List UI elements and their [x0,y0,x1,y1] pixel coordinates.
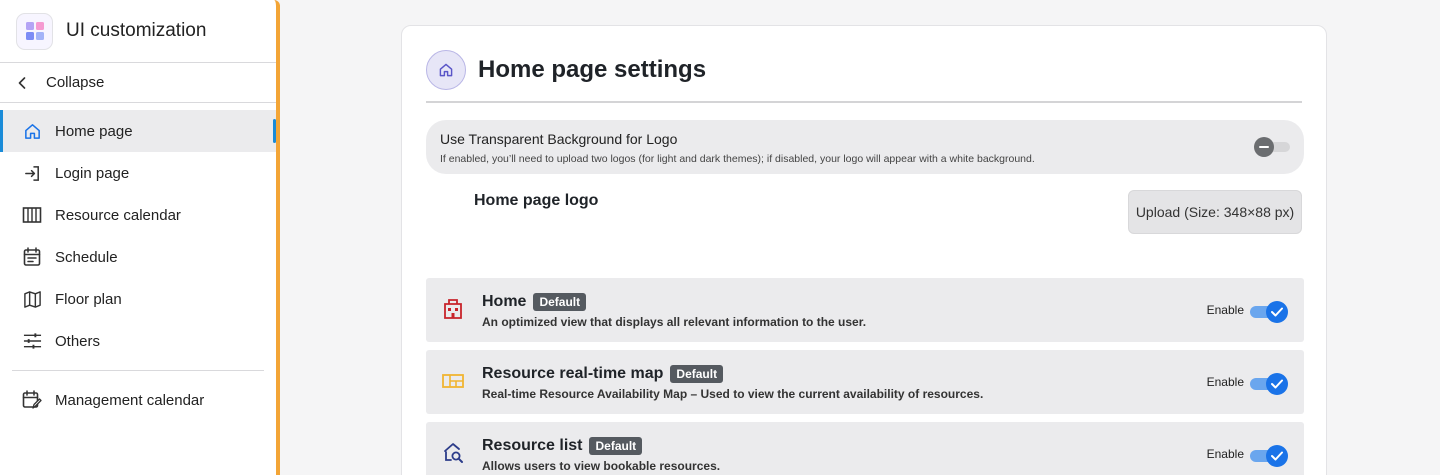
enable-toggle-home[interactable] [1250,301,1288,323]
module-description: Real-time Resource Availability Map – Us… [482,387,984,401]
calendar-edit-icon [22,390,42,410]
sidebar: UI customization Collapse Home page Logi… [0,0,280,475]
check-icon [1266,301,1288,323]
sidebar-divider [12,370,264,371]
check-icon [1266,445,1288,467]
module-description: An optimized view that displays all rele… [482,315,867,329]
check-icon [1266,373,1288,395]
default-badge: Default [670,365,724,383]
module-description: Allows users to view bookable resources. [482,459,721,473]
card-header: Home page settings [426,50,1302,103]
building-icon [442,298,464,320]
enable-label: Enable [1206,447,1244,461]
sidebar-item-label: Management calendar [55,391,205,409]
enable-label: Enable [1206,375,1244,389]
floor-map-icon [442,370,464,392]
enable-toggle-resource-real-time-map[interactable] [1250,373,1288,395]
toggle-off-icon [1254,137,1274,157]
home-page-logo-label: Home page logo [474,192,599,209]
module-row-resource-real-time-map: Resource real-time map Default Real-time… [426,350,1304,414]
transparent-background-setting: Use Transparent Background for Logo If e… [426,120,1304,174]
setting-description: If enabled, you’ll need to upload two lo… [440,153,1035,165]
sliders-icon [22,331,42,351]
app-header: UI customization [0,0,276,63]
home-page-settings-card: Home page settings Use Transparent Backg… [401,25,1327,475]
collapse-label: Collapse [46,74,105,91]
schedule-icon [22,247,42,267]
home-icon [426,50,466,90]
default-badge: Default [533,293,587,311]
sidebar-item-label: Floor plan [55,290,122,308]
module-name-text: Resource list [482,437,583,454]
module-name: Resource real-time map Default [482,365,724,383]
module-row-home: Home Default An optimized view that disp… [426,278,1304,342]
setting-title: Use Transparent Background for Logo [440,131,678,147]
app-logo-icon [16,12,53,50]
home-icon [22,121,42,141]
search-list-icon [442,442,464,464]
sidebar-item-login-page[interactable]: Login page [0,152,276,194]
app-title: UI customization [66,20,207,41]
sidebar-item-resource-calendar[interactable]: Resource calendar [0,194,276,236]
module-row-resource-list: Resource list Default Allows users to vi… [426,422,1304,475]
sidebar-item-schedule[interactable]: Schedule [0,236,276,278]
sidebar-item-label: Others [55,332,101,350]
sidebar-item-label: Home page [55,122,133,140]
module-name: Home Default [482,293,587,311]
default-badge: Default [589,437,643,455]
module-name-text: Resource real-time map [482,365,664,382]
calendar-columns-icon [22,205,42,225]
enable-label: Enable [1206,303,1244,317]
sidebar-item-floor-plan[interactable]: Floor plan [0,278,276,320]
sidebar-nav: Home page Login page Resource calendar S… [0,103,276,421]
chevron-left-icon [18,76,30,89]
sidebar-item-label: Resource calendar [55,206,181,224]
module-name: Resource list Default [482,437,643,455]
module-name-text: Home [482,293,527,310]
enable-toggle-resource-list[interactable] [1250,445,1288,467]
sidebar-item-management-calendar[interactable]: Management calendar [0,379,276,421]
collapse-button[interactable]: Collapse [0,63,276,103]
sidebar-item-label: Schedule [55,248,118,266]
page-title: Home page settings [478,56,707,83]
login-icon [22,163,42,183]
transparent-background-toggle[interactable] [1254,137,1290,157]
sidebar-item-label: Login page [55,164,130,182]
sidebar-item-others[interactable]: Others [0,320,276,362]
map-icon [22,289,42,309]
upload-logo-button[interactable]: Upload (Size: 348×88 px) [1128,190,1302,234]
sidebar-item-home-page[interactable]: Home page [0,110,276,152]
